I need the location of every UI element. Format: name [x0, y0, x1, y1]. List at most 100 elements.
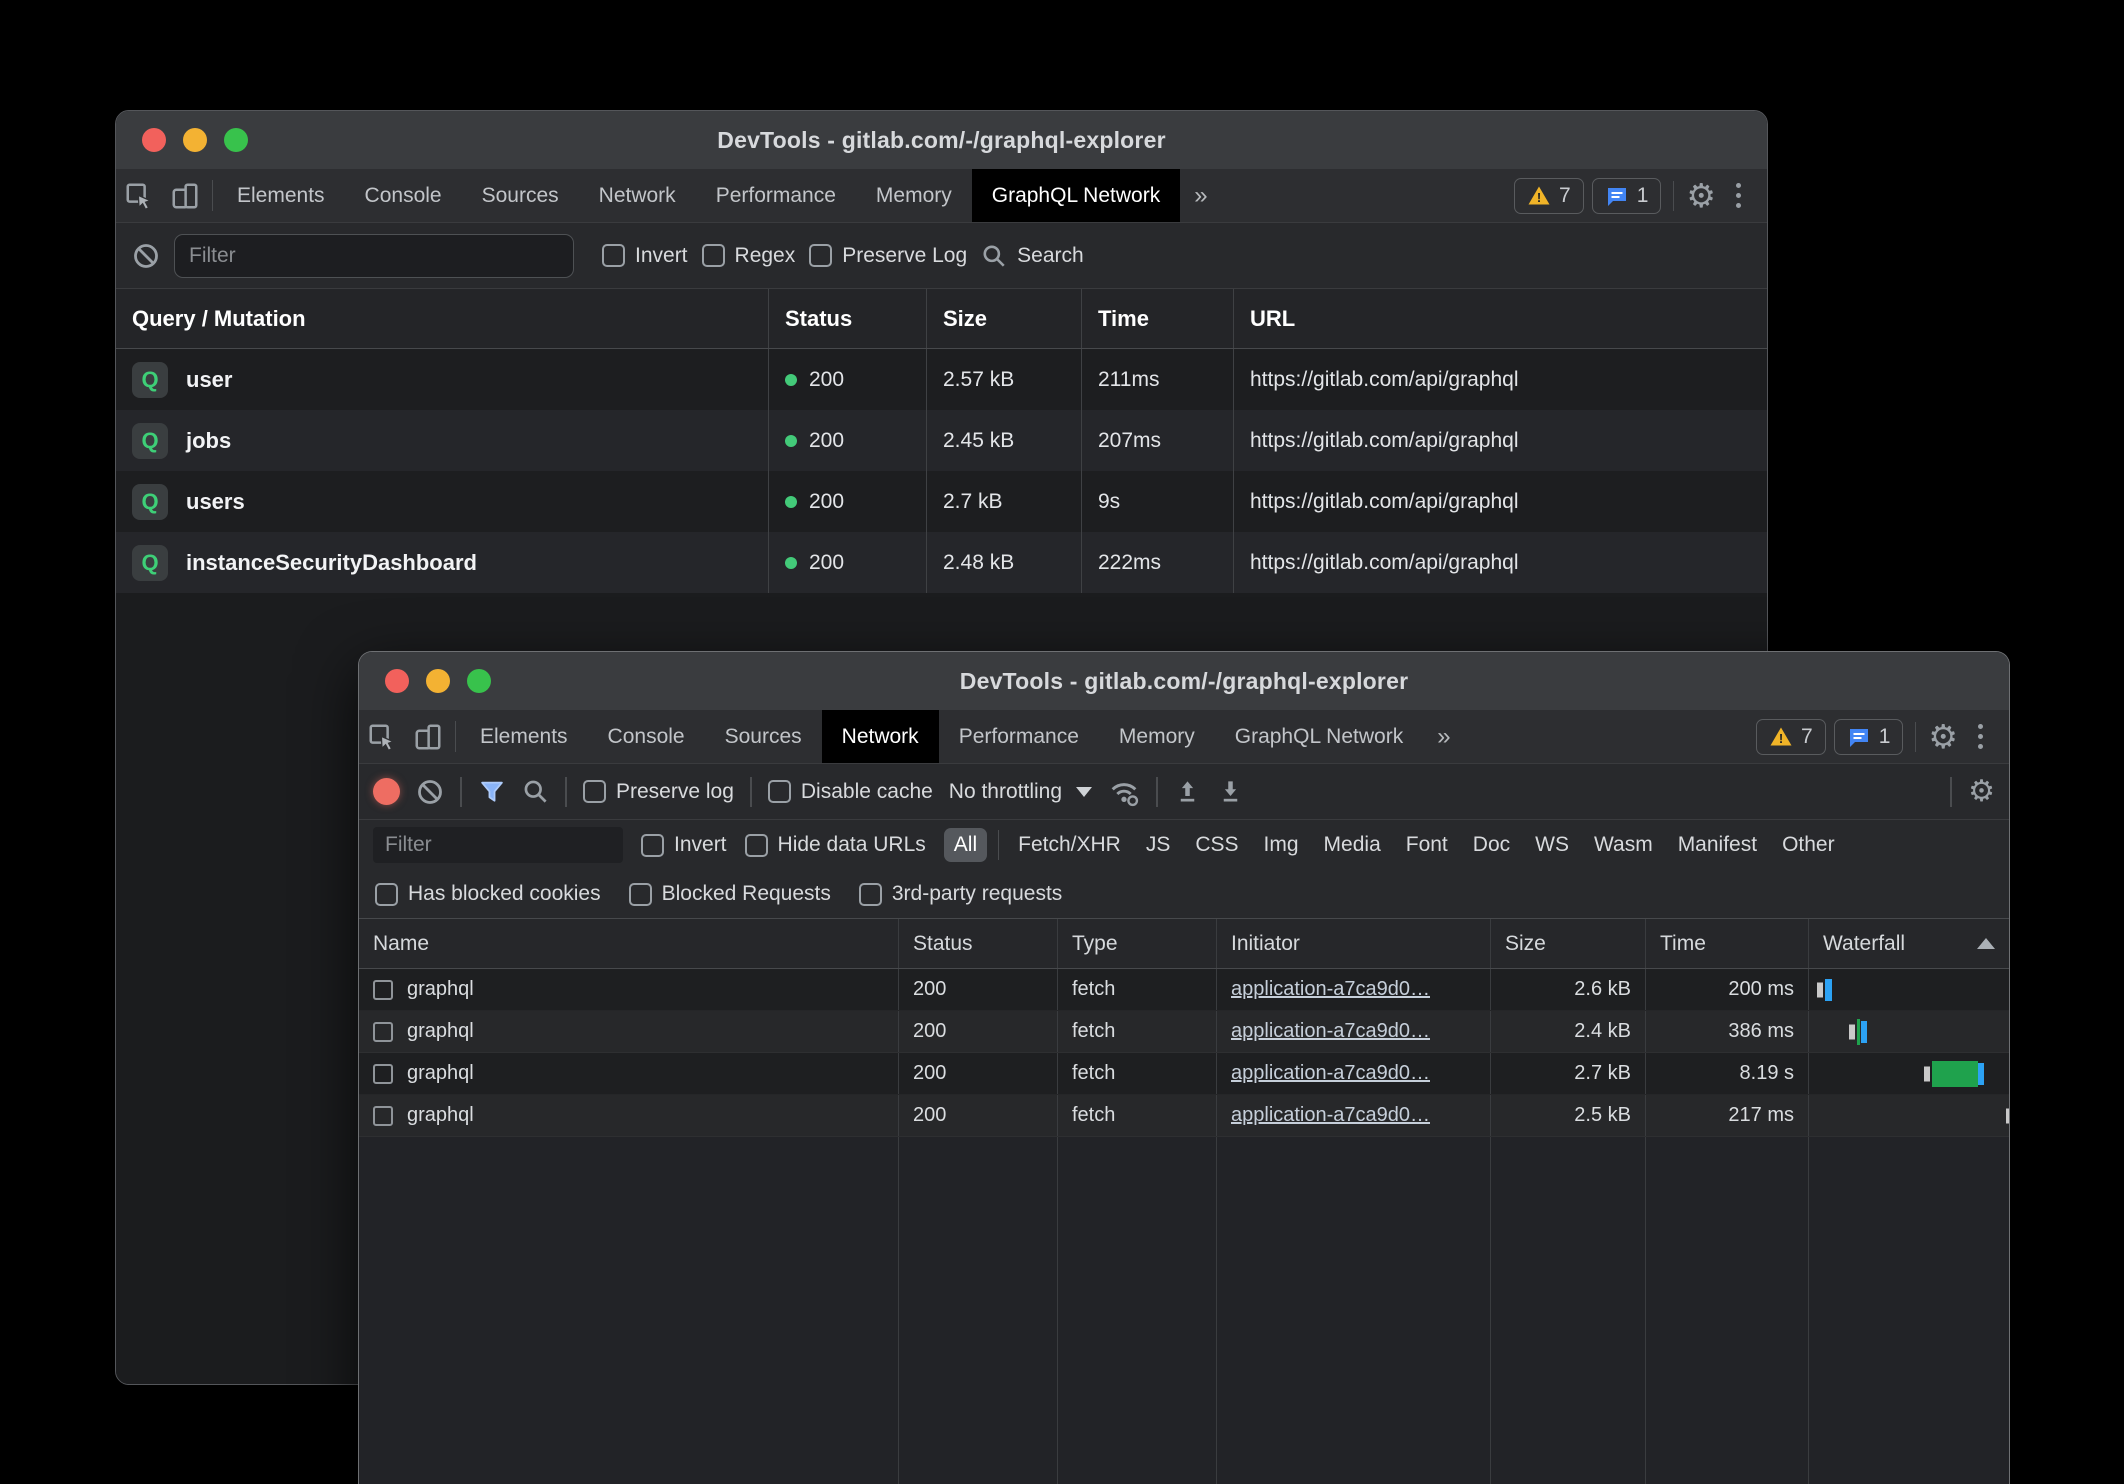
row-checkbox[interactable] — [373, 1022, 393, 1042]
table-row[interactable]: QinstanceSecurityDashboard 200 2.48 kB 2… — [116, 532, 1767, 593]
row-checkbox[interactable] — [373, 1064, 393, 1084]
window-titlebar[interactable]: DevTools - gitlab.com/-/graphql-explorer — [359, 652, 2009, 710]
tab-elements[interactable]: Elements — [460, 710, 588, 763]
column-header-url[interactable]: URL — [1234, 289, 1768, 348]
more-tabs-icon[interactable]: » — [1423, 710, 1464, 763]
initiator-link[interactable]: application-a7ca9d0… — [1231, 1020, 1430, 1043]
request-row[interactable]: graphql 200 fetch application-a7ca9d0… 2… — [359, 969, 2009, 1011]
tab-performance[interactable]: Performance — [939, 710, 1099, 763]
settings-gear-icon[interactable]: ⚙ — [1928, 720, 1958, 753]
table-row[interactable]: Qjobs 200 2.45 kB 207ms https://gitlab.c… — [116, 410, 1767, 471]
window-titlebar[interactable]: DevTools - gitlab.com/-/graphql-explorer — [116, 111, 1767, 169]
warnings-badge[interactable]: ! 7 — [1514, 178, 1584, 214]
invert-checkbox[interactable] — [641, 834, 664, 857]
type-filter-all[interactable]: All — [944, 828, 987, 862]
preserve-log-checkbox[interactable] — [809, 244, 832, 267]
record-button[interactable] — [373, 778, 400, 805]
column-header-size[interactable]: Size — [927, 289, 1082, 348]
tab-graphql-network[interactable]: GraphQL Network — [1215, 710, 1423, 763]
issues-badge[interactable]: 1 — [1592, 178, 1662, 214]
type-filter-font[interactable]: Font — [1398, 828, 1456, 862]
tab-performance[interactable]: Performance — [696, 169, 856, 222]
filter-input[interactable] — [174, 234, 574, 278]
invert-checkbox[interactable] — [602, 244, 625, 267]
type-filter-doc[interactable]: Doc — [1465, 828, 1518, 862]
more-tabs-icon[interactable]: » — [1180, 169, 1221, 222]
throttling-dropdown[interactable]: No throttling — [949, 780, 1092, 804]
column-header-query-mutation[interactable]: Query / Mutation — [116, 289, 769, 348]
inspect-element-icon[interactable] — [116, 169, 162, 222]
row-checkbox[interactable] — [373, 980, 393, 1000]
column-header-status[interactable]: Status — [899, 919, 1058, 968]
tab-memory[interactable]: Memory — [1099, 710, 1215, 763]
inspect-element-icon[interactable] — [359, 710, 405, 763]
tab-memory[interactable]: Memory — [856, 169, 972, 222]
column-header-name[interactable]: Name — [359, 919, 899, 968]
tab-network[interactable]: Network — [579, 169, 696, 222]
blocked-requests-checkbox[interactable] — [629, 883, 652, 906]
initiator-link[interactable]: application-a7ca9d0… — [1231, 978, 1430, 1001]
filter-input[interactable] — [373, 827, 623, 863]
tab-graphql-network[interactable]: GraphQL Network — [972, 169, 1180, 222]
customize-menu-icon[interactable] — [1724, 183, 1753, 208]
close-button[interactable] — [142, 128, 166, 152]
settings-gear-icon[interactable]: ⚙ — [1686, 179, 1716, 212]
filter-funnel-icon[interactable] — [478, 778, 506, 806]
search-icon[interactable] — [522, 778, 549, 805]
has-blocked-cookies-checkbox[interactable] — [375, 883, 398, 906]
type-filter-media[interactable]: Media — [1316, 828, 1389, 862]
tab-console[interactable]: Console — [345, 169, 462, 222]
column-header-initiator[interactable]: Initiator — [1217, 919, 1491, 968]
column-header-status[interactable]: Status — [769, 289, 927, 348]
disable-cache-checkbox[interactable] — [768, 780, 791, 803]
type-filter-css[interactable]: CSS — [1187, 828, 1246, 862]
table-row[interactable]: Quser 200 2.57 kB 211ms https://gitlab.c… — [116, 349, 1767, 410]
column-header-time[interactable]: Time — [1646, 919, 1809, 968]
column-header-size[interactable]: Size — [1491, 919, 1646, 968]
hide-data-urls-checkbox[interactable] — [745, 834, 768, 857]
type-filter-wasm[interactable]: Wasm — [1586, 828, 1661, 862]
tab-sources[interactable]: Sources — [705, 710, 822, 763]
tab-elements[interactable]: Elements — [217, 169, 345, 222]
network-conditions-icon[interactable] — [1108, 776, 1140, 808]
search-control[interactable]: Search — [981, 243, 1084, 269]
type-filter-fetch-xhr[interactable]: Fetch/XHR — [1010, 828, 1129, 862]
column-header-time[interactable]: Time — [1082, 289, 1234, 348]
tab-network[interactable]: Network — [822, 710, 939, 763]
export-har-icon[interactable] — [1217, 778, 1244, 805]
request-row[interactable]: graphql 200 fetch application-a7ca9d0… 2… — [359, 1095, 2009, 1137]
zoom-button[interactable] — [467, 669, 491, 693]
third-party-requests-checkbox[interactable] — [859, 883, 882, 906]
type-filter-manifest[interactable]: Manifest — [1670, 828, 1765, 862]
import-har-icon[interactable] — [1174, 778, 1201, 805]
initiator-link[interactable]: application-a7ca9d0… — [1231, 1062, 1430, 1085]
tab-sources[interactable]: Sources — [462, 169, 579, 222]
query-badge: Q — [132, 423, 168, 459]
minimize-button[interactable] — [426, 669, 450, 693]
device-toolbar-icon[interactable] — [405, 710, 451, 763]
type-filter-js[interactable]: JS — [1138, 828, 1179, 862]
row-checkbox[interactable] — [373, 1106, 393, 1126]
network-settings-gear-icon[interactable]: ⚙ — [1968, 777, 1995, 807]
type-filter-other[interactable]: Other — [1774, 828, 1843, 862]
clear-icon[interactable] — [132, 242, 160, 270]
tab-console[interactable]: Console — [588, 710, 705, 763]
zoom-button[interactable] — [224, 128, 248, 152]
request-row[interactable]: graphql 200 fetch application-a7ca9d0… 2… — [359, 1053, 2009, 1095]
table-row[interactable]: Qusers 200 2.7 kB 9s https://gitlab.com/… — [116, 471, 1767, 532]
initiator-link[interactable]: application-a7ca9d0… — [1231, 1104, 1430, 1127]
preserve-log-checkbox[interactable] — [583, 780, 606, 803]
column-header-type[interactable]: Type — [1058, 919, 1217, 968]
clear-icon[interactable] — [416, 778, 444, 806]
issues-badge[interactable]: 1 — [1834, 719, 1904, 755]
column-header-waterfall[interactable]: Waterfall — [1809, 919, 2010, 968]
warnings-badge[interactable]: ! 7 — [1756, 719, 1826, 755]
close-button[interactable] — [385, 669, 409, 693]
customize-menu-icon[interactable] — [1966, 724, 1995, 749]
regex-checkbox[interactable] — [702, 244, 725, 267]
type-filter-img[interactable]: Img — [1256, 828, 1307, 862]
device-toolbar-icon[interactable] — [162, 169, 208, 222]
type-filter-ws[interactable]: WS — [1527, 828, 1577, 862]
request-row[interactable]: graphql 200 fetch application-a7ca9d0… 2… — [359, 1011, 2009, 1053]
minimize-button[interactable] — [183, 128, 207, 152]
